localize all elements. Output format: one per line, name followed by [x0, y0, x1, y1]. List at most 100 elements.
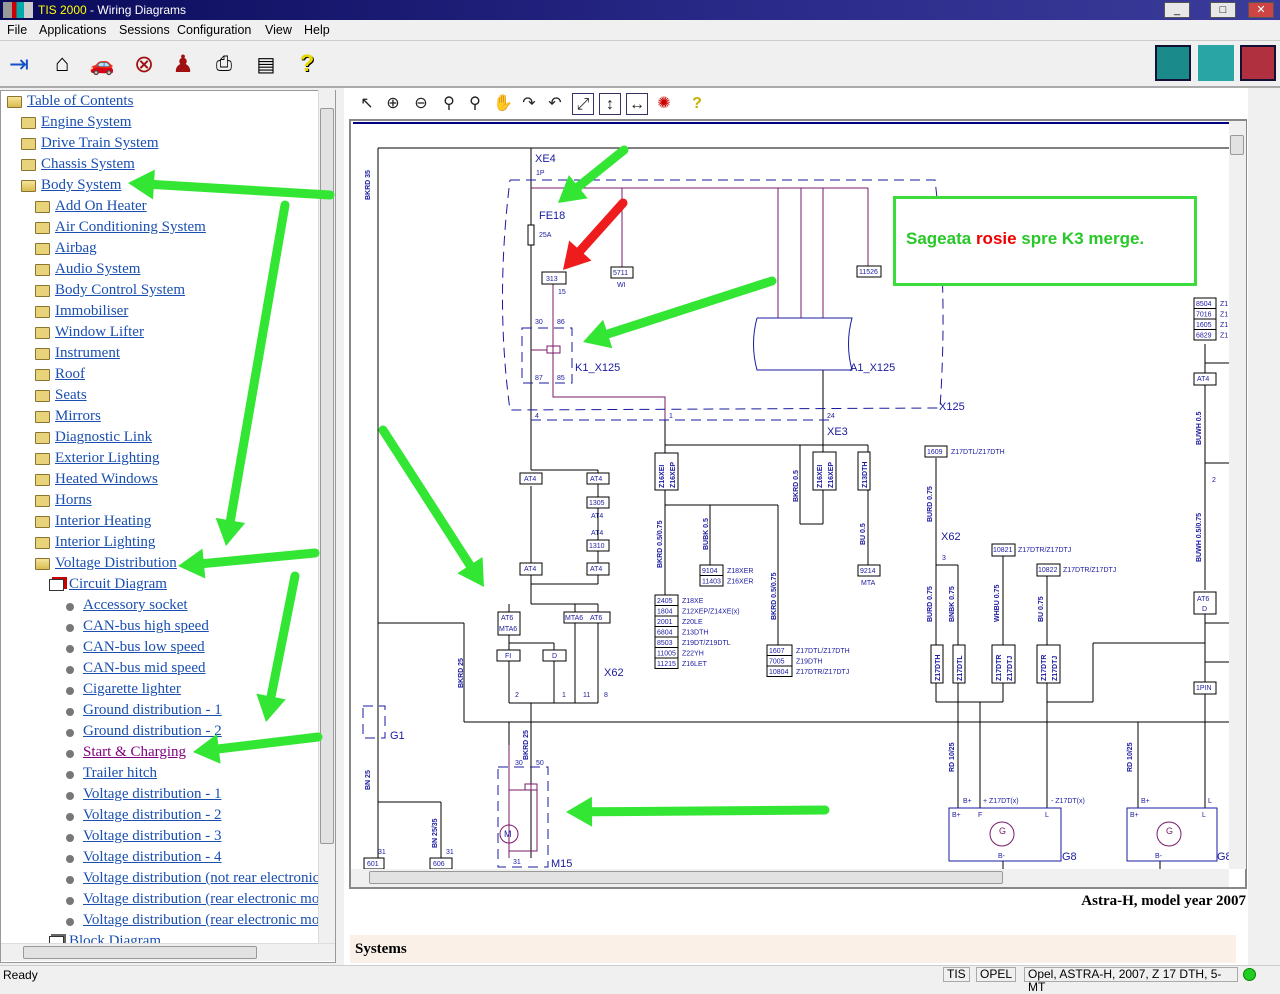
tree-item[interactable]: Air Conditioning System — [35, 219, 206, 239]
print-icon[interactable]: ⎙ — [208, 49, 240, 79]
bullet-icon — [66, 624, 74, 632]
tree-item[interactable]: CAN-bus low speed — [66, 639, 205, 659]
tree-item[interactable]: Body Control System — [35, 282, 185, 302]
red-car-icon[interactable] — [1240, 45, 1276, 81]
home-icon[interactable]: ⌂ — [46, 49, 78, 79]
menu-help[interactable]: Help — [304, 23, 330, 37]
tree-item[interactable]: Interior Heating — [35, 513, 151, 533]
vehicle-icon[interactable]: 🚗 — [86, 49, 118, 79]
pan-hand-icon[interactable]: ✋ — [492, 93, 514, 115]
tree-item[interactable]: Ground distribution - 2 — [66, 723, 222, 743]
tree-item[interactable]: Exterior Lighting — [35, 450, 160, 470]
user-icon[interactable]: ♟ — [167, 49, 199, 79]
diagram-horizontal-scrollbar[interactable] — [351, 869, 1229, 887]
menu-applications[interactable]: Applications — [39, 23, 106, 37]
zoom-in-icon[interactable]: ⊕ — [382, 93, 404, 115]
tree-item[interactable]: Audio System — [35, 261, 141, 281]
menu-sessions[interactable]: Sessions — [119, 23, 170, 37]
tree-item[interactable]: Seats — [35, 387, 87, 407]
diagram-vertical-scrollbar[interactable] — [1229, 121, 1246, 869]
pointer-icon[interactable]: ↖ — [356, 93, 378, 115]
generator-symbol-2: G — [1166, 826, 1173, 836]
box-fi: FI — [505, 653, 511, 660]
menu-view[interactable]: View — [265, 23, 292, 37]
tree-item[interactable]: Add On Heater — [35, 198, 147, 218]
zoom-icon[interactable]: ⚲ — [438, 93, 460, 115]
pin-87: 87 — [535, 375, 543, 382]
news-icon[interactable]: ▤ — [250, 49, 282, 79]
tree-item[interactable]: Voltage distribution (not rear electroni… — [66, 870, 319, 890]
tree-item-label: CAN-bus low speed — [83, 639, 205, 655]
tree-item[interactable]: Chassis System — [21, 156, 135, 176]
main-toolbar: ⇥ ⌂ 🚗 ⊗ ♟ ⎙ ▤ ? — [0, 41, 1280, 88]
highlight-icon[interactable]: ✺ — [653, 93, 675, 115]
help-icon[interactable]: ? — [291, 49, 323, 79]
zoom-window-icon[interactable]: ⚲ — [464, 93, 486, 115]
tree-item[interactable]: Window Lifter — [35, 324, 144, 344]
tree-item[interactable]: Cigarette lighter — [66, 681, 181, 701]
exit-icon[interactable]: ⇥ — [3, 49, 35, 79]
maximize-button[interactable]: □ — [1210, 2, 1236, 18]
diagram-car-icon[interactable] — [1198, 45, 1234, 81]
tree-item[interactable]: Voltage Distribution — [35, 555, 177, 575]
tree-item[interactable]: Drive Train System — [21, 135, 159, 155]
tree-item[interactable]: CAN-bus high speed — [66, 618, 209, 638]
fit-all-icon[interactable]: ⤢ — [572, 93, 594, 115]
tree-item[interactable]: Diagnostic Link — [35, 429, 152, 449]
minimize-button[interactable]: _ — [1164, 2, 1190, 18]
help-icon[interactable]: ? — [686, 93, 708, 115]
rotate-left-icon[interactable]: ↶ — [544, 93, 566, 115]
tree-item[interactable]: Interior Lighting — [35, 534, 156, 554]
tree-item[interactable]: Mirrors — [35, 408, 101, 428]
tree-item[interactable]: Voltage distribution (rear electronic mo — [66, 912, 319, 932]
wire-bkrd35: BKRD 35 — [365, 170, 372, 200]
tree-item[interactable]: Horns — [35, 492, 92, 512]
tree-item[interactable]: Voltage distribution - 3 — [66, 828, 221, 848]
fit-height-icon[interactable]: ↕ — [599, 93, 621, 115]
window-subtitle: - Wiring Diagrams — [86, 3, 187, 17]
tree-item[interactable]: Table of Contents — [7, 93, 133, 113]
tree-item[interactable]: Voltage distribution (rear electronic mo — [66, 891, 319, 911]
pin-l-3: L — [1202, 812, 1206, 819]
cancel-icon[interactable]: ⊗ — [128, 49, 160, 79]
fit-width-icon[interactable]: ↔ — [626, 93, 648, 115]
tree-item[interactable]: Start & Charging — [66, 744, 186, 764]
pin-4: 4 — [535, 413, 539, 420]
generator-symbol: G — [999, 826, 1006, 836]
tree-item[interactable]: Airbag — [35, 240, 97, 260]
tree-item[interactable]: Ground distribution - 1 — [66, 702, 222, 722]
tree-item[interactable]: Voltage distribution - 4 — [66, 849, 221, 869]
tree-item[interactable]: Voltage distribution - 1 — [66, 786, 221, 806]
tree-vertical-scrollbar[interactable] — [318, 90, 335, 943]
tree-item-label: Audio System — [55, 261, 141, 277]
menu-configuration[interactable]: Configuration — [177, 23, 251, 37]
tree-item[interactable]: CAN-bus mid speed — [66, 660, 206, 680]
zoom-out-icon[interactable]: ⊖ — [410, 93, 432, 115]
tree-item[interactable]: Circuit Diagram — [49, 576, 167, 596]
tree-item-label: Horns — [55, 492, 92, 508]
box-z17dtr: Z17DTR — [996, 655, 1003, 681]
tree-item[interactable]: Engine System — [21, 114, 131, 134]
close-button[interactable]: ✕ — [1248, 2, 1274, 18]
pane-splitter[interactable] — [336, 88, 344, 965]
menu-file[interactable]: File — [7, 23, 27, 37]
folder-icon — [7, 96, 22, 108]
tree-item-label: Interior Lighting — [55, 534, 156, 550]
wire-burd075: BURD 0.75 — [927, 486, 934, 522]
tree-item[interactable]: Heated Windows — [35, 471, 158, 491]
tree-horizontal-scrollbar[interactable] — [1, 943, 335, 961]
tree-item[interactable]: Trailer hitch — [66, 765, 157, 785]
tree-item[interactable]: Body System — [21, 177, 121, 197]
tree-item[interactable]: Immobiliser — [35, 303, 128, 323]
tree-item[interactable]: Roof — [35, 366, 85, 386]
tree-item[interactable]: Voltage distribution - 2 — [66, 807, 221, 827]
vehicle-list-icon[interactable] — [1155, 45, 1191, 81]
box-mta6-2: MTA6 — [565, 615, 583, 622]
tree-item[interactable]: Instrument — [35, 345, 120, 365]
box-d-right: D — [1202, 606, 1207, 613]
pin-86: 86 — [557, 319, 565, 326]
tree-item[interactable]: Accessory socket — [66, 597, 188, 617]
pane-vertical-scrollbar[interactable] — [1248, 88, 1265, 965]
rotate-right-icon[interactable]: ↷ — [518, 93, 540, 115]
engine-code-label: Z1 — [1220, 333, 1228, 340]
